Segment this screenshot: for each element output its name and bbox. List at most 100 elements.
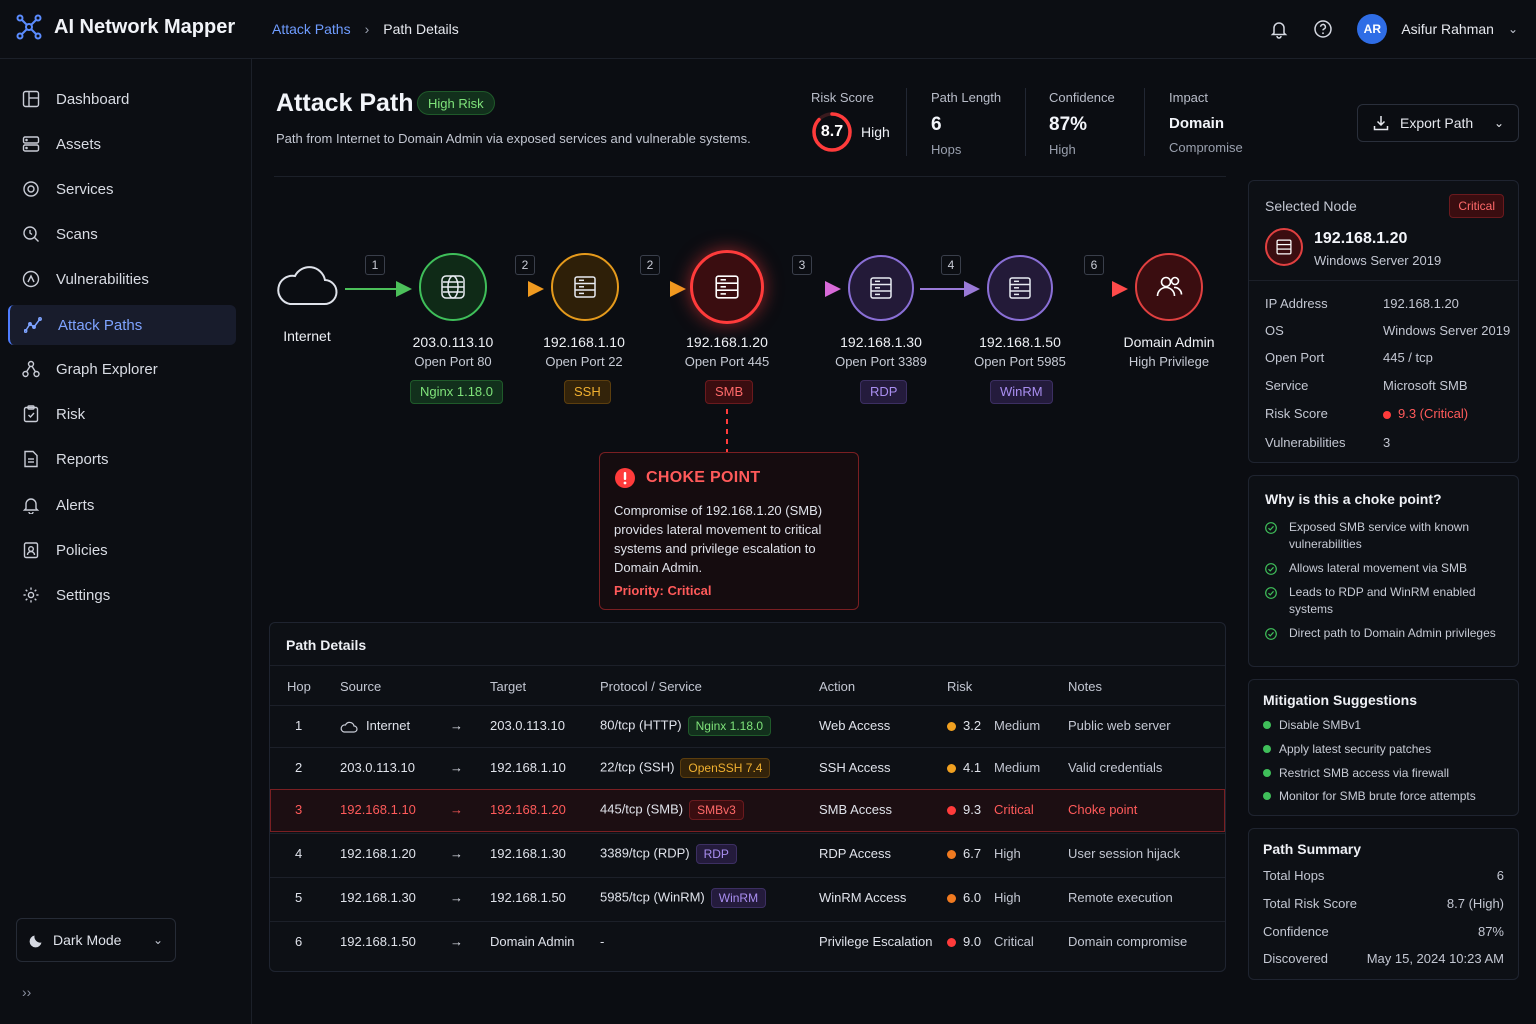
why-text: Exposed SMB service with known vulnerabi… <box>1289 520 1470 551</box>
risk-dot <box>1383 410 1391 419</box>
check-circle-icon <box>1265 563 1277 575</box>
node-192-168-1-10[interactable] <box>551 253 619 321</box>
arrow-right-icon: → <box>450 802 463 817</box>
summary-label: Total Hops <box>1263 868 1325 883</box>
node-service-tag: WinRM <box>990 380 1053 404</box>
critical-badge: Critical <box>1449 194 1504 218</box>
target-cell: 192.168.1.10 <box>490 760 566 775</box>
why-text: Leads to RDP and WinRM enabled systems <box>1289 585 1476 616</box>
node-ip: 203.0.113.10 <box>412 334 494 350</box>
mitigation-item: Apply latest security patches <box>1263 742 1431 756</box>
node-ip: 192.168.1.20 <box>686 334 768 350</box>
target-cell: 192.168.1.20 <box>490 802 566 817</box>
hop-cell: 3 <box>295 802 303 817</box>
check-circle-icon <box>1265 628 1277 640</box>
node-ip: 192.168.1.10 <box>543 334 625 350</box>
mitigation-text: Disable SMBv1 <box>1279 718 1362 732</box>
protocol-cell: 3389/tcp (RDP) RDP <box>600 844 737 864</box>
target-cell: Domain Admin <box>490 934 575 949</box>
field-value: 9.3 (Critical) <box>1383 406 1468 421</box>
service-tag: RDP <box>695 844 737 864</box>
node-192-168-1-30[interactable] <box>848 255 914 321</box>
node-service-tag: SSH <box>564 380 611 404</box>
summary-value: 6 <box>1496 868 1504 883</box>
node-192-168-1-20[interactable] <box>690 250 764 324</box>
why-item: Exposed SMB service with known vulnerabi… <box>1265 519 1499 553</box>
table-row[interactable]: 6 192.168.1.50 → Domain Admin - Privileg… <box>270 921 1225 964</box>
node-ip: 192.168.1.50 <box>979 334 1061 350</box>
risk-score: 6.7 <box>963 846 982 861</box>
risk-cell: 4.1 <box>947 760 981 775</box>
choke-priority: Priority: Critical <box>614 583 712 598</box>
check-circle-icon <box>1265 522 1277 534</box>
node-port: Open Port 22 <box>545 354 623 369</box>
node-domain-admin[interactable] <box>1135 253 1203 321</box>
risk-dot <box>947 938 956 948</box>
node-port: Open Port 80 <box>414 354 492 369</box>
hop-label: 2 <box>640 255 660 275</box>
source-cell: 203.0.113.10 <box>340 760 415 775</box>
table-row[interactable]: 2 203.0.113.10 → 192.168.1.10 22/tcp (SS… <box>270 747 1225 790</box>
risk-level: Medium <box>994 760 1041 775</box>
why-item: Allows lateral movement via SMB <box>1265 560 1499 577</box>
table-row[interactable]: 4 192.168.1.20 → 192.168.1.30 3389/tcp (… <box>270 833 1225 876</box>
hop-cell: 2 <box>295 760 303 775</box>
node-service-tag: RDP <box>860 380 908 404</box>
summary-label: Confidence <box>1263 924 1329 939</box>
hop-label: 1 <box>365 255 385 275</box>
choke-point-title: CHOKE POINT <box>614 467 844 489</box>
why-choke-point-panel: Why is this a choke point? Exposed SMB s… <box>1248 475 1519 667</box>
selected-node-panel: Selected Node Critical 192.168.1.20 Wind… <box>1248 180 1519 463</box>
protocol-text: 80/tcp (HTTP) <box>600 717 682 733</box>
status-dot <box>1263 792 1271 800</box>
risk-score: 9.3 <box>963 802 982 817</box>
column-header: Risk <box>947 679 973 694</box>
risk-score-text: 9.3 (Critical) <box>1398 406 1469 421</box>
mitigation-text: Apply latest security patches <box>1279 742 1432 756</box>
mitigation-item: Disable SMBv1 <box>1263 718 1361 732</box>
mitigation-item: Restrict SMB access via firewall <box>1263 766 1449 780</box>
risk-score: 4.1 <box>963 760 982 775</box>
table-row[interactable]: 1 Internet → 203.0.113.10 80/tcp (HTTP) N… <box>270 705 1225 748</box>
column-header: Protocol / Service <box>600 679 702 694</box>
server-icon <box>715 275 739 299</box>
action-cell: SMB Access <box>819 802 892 817</box>
arrow-right-icon: → <box>450 718 463 733</box>
arrow-right-icon: → <box>450 760 463 775</box>
path-details-title: Path Details <box>286 637 367 653</box>
mitigation-text: Monitor for SMB brute force attempts <box>1279 789 1476 803</box>
target-cell: 192.168.1.50 <box>490 890 566 905</box>
column-header: Action <box>819 679 856 694</box>
why-item: Leads to RDP and WinRM enabled systems <box>1265 584 1499 618</box>
table-row-highlighted[interactable]: 3 192.168.1.10 → 192.168.1.20 445/tcp (S… <box>270 789 1225 832</box>
hop-label: 3 <box>792 255 812 275</box>
users-icon <box>1156 276 1183 297</box>
node-203-0-113-10[interactable] <box>419 253 487 321</box>
risk-level: Medium <box>994 718 1041 733</box>
source-cell: 192.168.1.20 <box>340 846 416 861</box>
server-icon <box>1265 228 1303 266</box>
choke-title-text: CHOKE POINT <box>646 469 761 486</box>
action-cell: WinRM Access <box>819 890 907 905</box>
summary-row: Total Risk Score 8.7 (High) <box>1263 896 1504 911</box>
table-row[interactable]: 5 192.168.1.30 → 192.168.1.50 5985/tcp (… <box>270 877 1225 920</box>
cloud-icon[interactable] <box>274 262 340 310</box>
summary-row: Total Hops 6 <box>1263 868 1504 883</box>
source-cell: 192.168.1.30 <box>340 890 416 905</box>
summary-label: Total Risk Score <box>1263 896 1357 911</box>
notes-cell: Valid credentials <box>1068 760 1163 775</box>
hop-cell: 6 <box>295 934 303 949</box>
action-cell: Privilege Escalation <box>819 934 933 949</box>
server-icon <box>574 276 596 298</box>
node-service-tag: Nginx 1.18.0 <box>410 380 503 404</box>
why-item: Direct path to Domain Admin privileges <box>1265 625 1499 642</box>
action-cell: RDP Access <box>819 846 892 861</box>
node-192-168-1-50[interactable] <box>987 255 1053 321</box>
check-circle-icon <box>1265 587 1277 599</box>
node-ip: 192.168.1.30 <box>840 334 922 350</box>
node-port: Open Port 5985 <box>974 354 1066 369</box>
risk-dot <box>947 764 956 774</box>
field-label: IP Address <box>1265 296 1328 311</box>
why-text: Direct path to Domain Admin privileges <box>1289 626 1496 640</box>
notes-cell: Public web server <box>1068 718 1171 733</box>
